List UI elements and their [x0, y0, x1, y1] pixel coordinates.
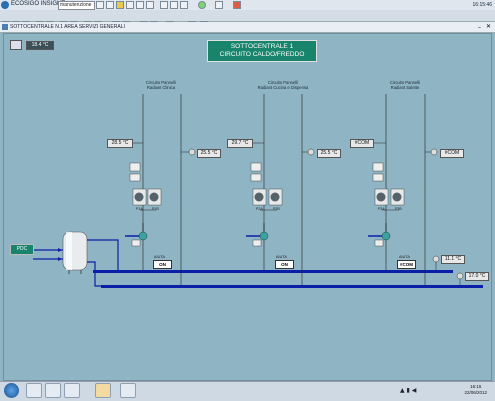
circuit-1-state-button[interactable]: ON [153, 260, 172, 269]
circuit-3-label: Circuito Pannelli Radiant Salette [370, 80, 440, 90]
tank-supply-pipe [87, 239, 119, 272]
circuit-3-supply-temp: #COM [350, 139, 374, 148]
app2-icon[interactable] [120, 383, 136, 398]
app-icon[interactable] [95, 383, 111, 398]
storage-tank [62, 231, 88, 274]
ie-icon[interactable] [26, 383, 42, 398]
circuit-3-label-line2: Radiant Salette [390, 85, 420, 90]
circuit-1-return-temp: 25.5 °C [197, 149, 221, 158]
circuit-2-state-button[interactable]: ON [275, 260, 294, 269]
pump-p3b-label: P3B [395, 207, 402, 211]
manifold-temp-2: 17.0 °C [465, 272, 489, 281]
pump-p1b-label: P1B [152, 207, 159, 211]
circuit-1-aiuta-label: AIUTA [154, 255, 165, 259]
circuit-2-return-temp: 25.5 °C [317, 149, 341, 158]
start-button-icon[interactable] [4, 383, 19, 398]
pump-p2a-label: P2A [256, 207, 263, 211]
circuit-3-aiuta-label: AIUTA [399, 255, 410, 259]
circuit-2-supply-temp: 29.7 °C [227, 139, 253, 148]
manifold-temp-1: 11.1 °C [441, 255, 465, 264]
piping-diagram [33, 94, 483, 288]
circuit-2-label: Circuito Pannelli Radiant Cucina e Dispe… [248, 80, 318, 90]
manifold-sensor-2-icon [456, 272, 464, 280]
return-header [101, 285, 483, 288]
taskbar-date: 22/06/2012 [464, 390, 487, 395]
tank-return-pipe [87, 261, 101, 287]
circuit-2-aiuta-label: AIUTA [276, 255, 287, 259]
manifold-sensor-1-icon [432, 255, 440, 263]
pump-p2b-label: P2B [273, 207, 280, 211]
circuit-1-label-line2: Radiant Clinica [146, 85, 176, 90]
pump-p3a-label: P3A [378, 207, 385, 211]
explorer-icon[interactable] [45, 383, 61, 398]
circuit-3-state-button[interactable]: #COM [397, 260, 416, 269]
supply-header [93, 270, 453, 273]
pump-p1a-label: P1A [136, 207, 143, 211]
taskbar-clock: 16:15 22/06/2012 [464, 384, 487, 396]
pdc-button[interactable]: PDC [10, 244, 34, 255]
circuit-1-supply-temp: 28.5 °C [107, 139, 133, 148]
circuit-2-label-line2: Radiant Cucina e Dispensa [257, 85, 309, 90]
tray-arrows-icon[interactable]: ▲ ▮ ◀ [400, 387, 416, 394]
media-player-icon[interactable] [64, 383, 80, 398]
circuit-1-label: Circuito Pannelli Radiant Clinica [126, 80, 196, 90]
circuit-3-return-temp: #COM [440, 149, 464, 158]
